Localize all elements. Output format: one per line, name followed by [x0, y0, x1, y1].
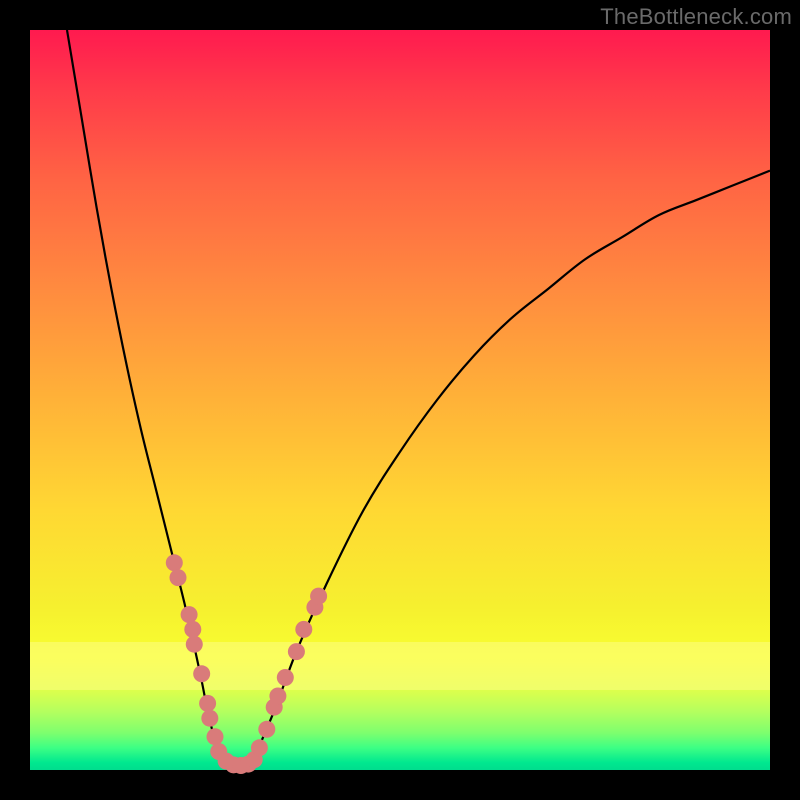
data-point [277, 669, 294, 686]
data-point [201, 710, 218, 727]
bottleneck-curve-plot [30, 30, 770, 770]
data-point [251, 739, 268, 756]
curve-left-branch [67, 30, 222, 763]
data-point [170, 569, 187, 586]
data-point [288, 643, 305, 660]
data-point [258, 721, 275, 738]
data-point [199, 695, 216, 712]
data-point [310, 588, 327, 605]
data-point [295, 621, 312, 638]
data-point [181, 606, 198, 623]
curve-right-branch [252, 171, 770, 763]
data-point [184, 621, 201, 638]
data-point [207, 728, 224, 745]
data-point [269, 688, 286, 705]
data-point-markers [166, 554, 327, 774]
data-point [193, 665, 210, 682]
data-point [166, 554, 183, 571]
data-point [186, 636, 203, 653]
watermark-text: TheBottleneck.com [600, 4, 792, 30]
